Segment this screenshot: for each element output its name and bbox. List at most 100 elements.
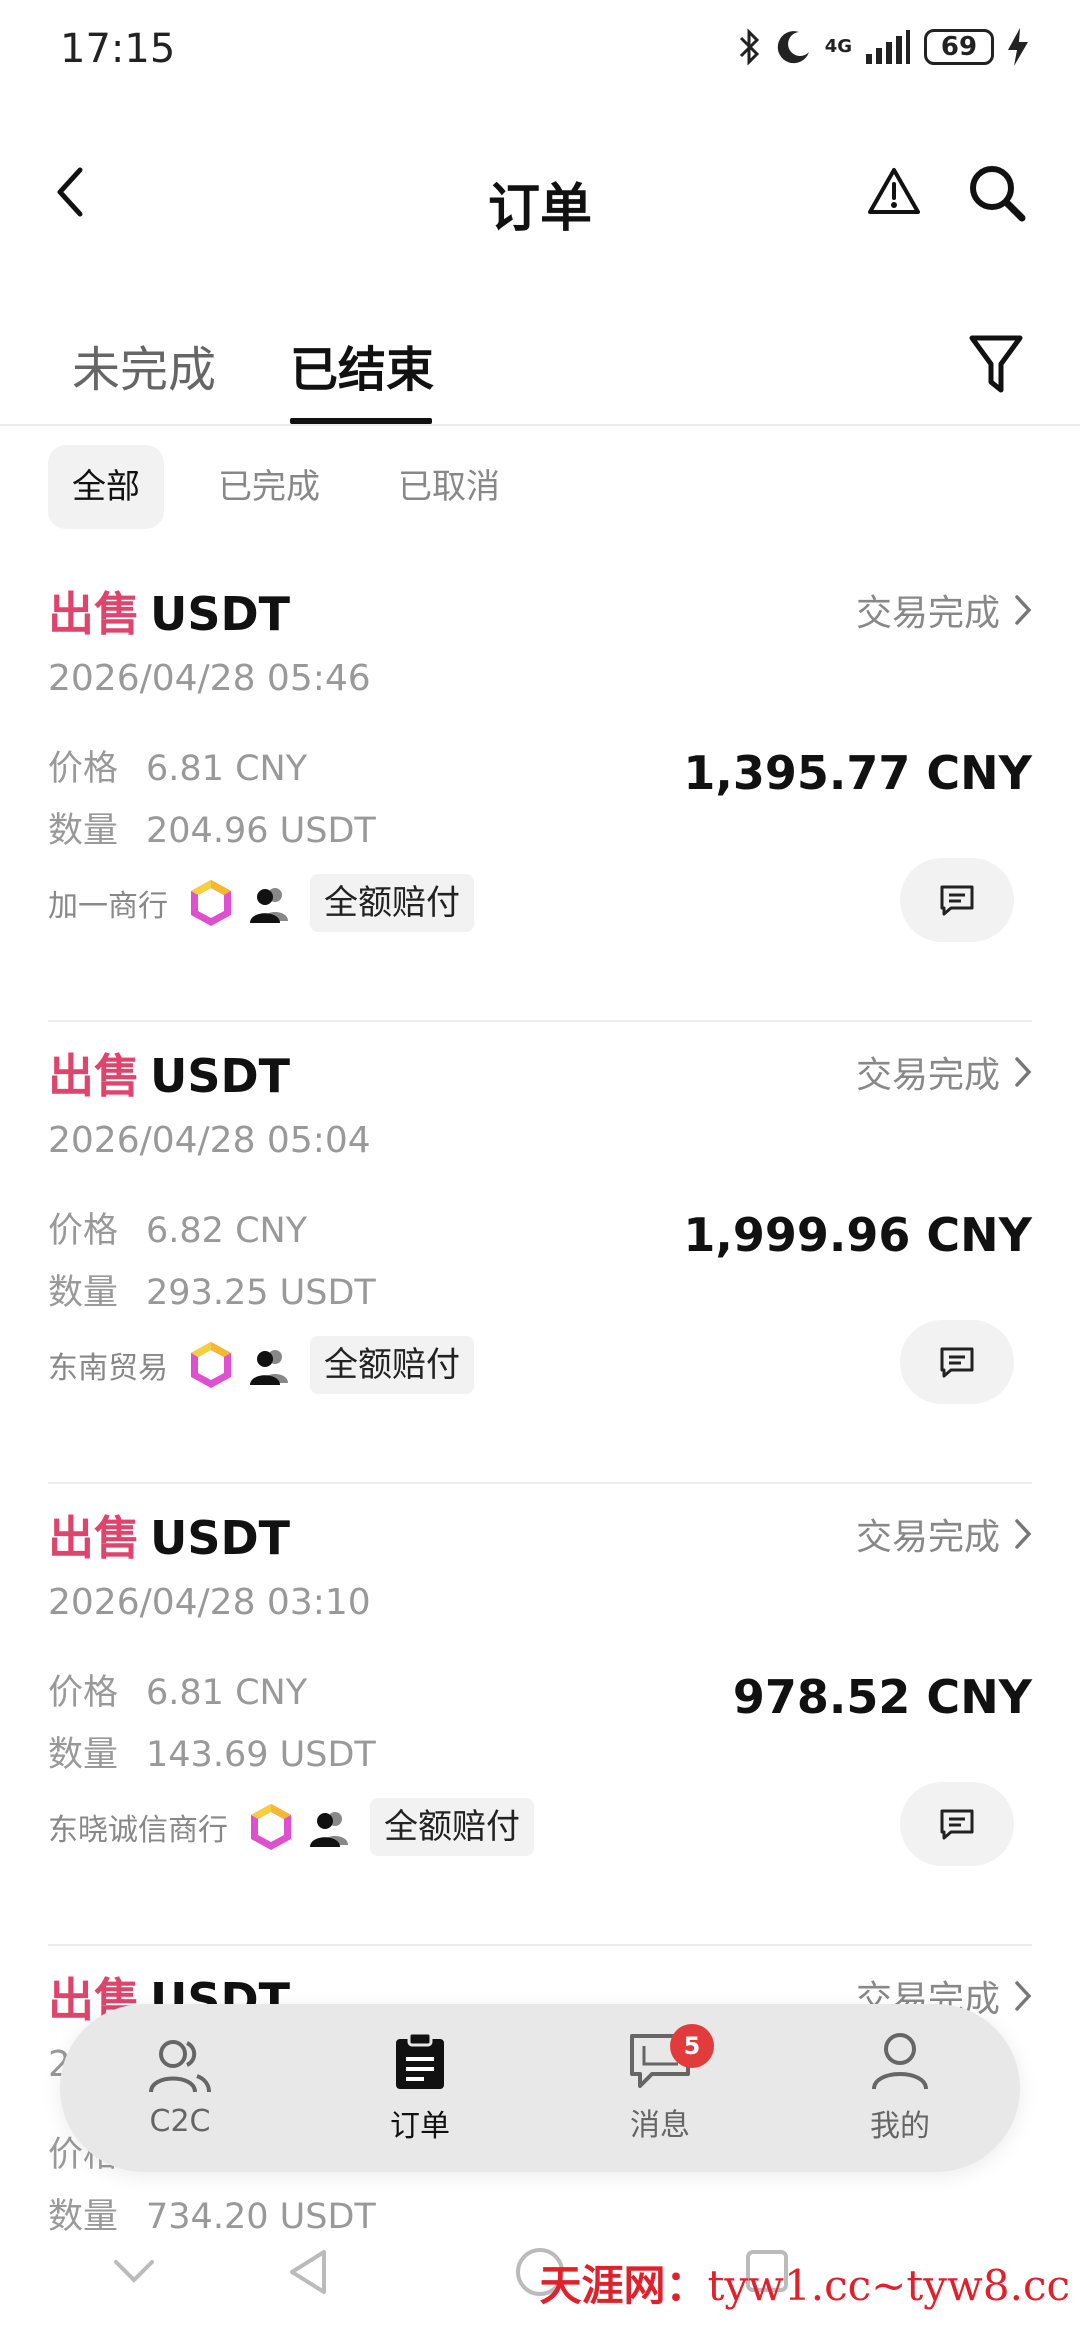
order-side: 出售 bbox=[48, 587, 140, 641]
order-date: 2026/04/28 05:46 bbox=[48, 658, 371, 699]
merchant-row: 东晓诚信商行 全额赔付 bbox=[48, 1798, 534, 1856]
chat-button[interactable] bbox=[900, 1782, 1014, 1866]
full-compensation-badge: 全额赔付 bbox=[310, 874, 474, 932]
verified-merchant-icon bbox=[191, 1342, 231, 1388]
tab-finished[interactable]: 已结束 bbox=[290, 330, 434, 400]
chip-all[interactable]: 全部 bbox=[48, 445, 164, 529]
chip-cancelled[interactable]: 已取消 bbox=[374, 445, 524, 529]
quantity-value: 143.69 USDT bbox=[146, 1735, 376, 1775]
order-tabs: 未完成 已结束 bbox=[0, 320, 1080, 426]
nav-messages[interactable]: 消息 5 bbox=[560, 2018, 760, 2158]
filter-button[interactable] bbox=[968, 332, 1024, 396]
order-amount: 1,999.96 CNY bbox=[683, 1208, 1032, 1262]
warning-icon bbox=[868, 168, 920, 214]
full-compensation-badge: 全额赔付 bbox=[370, 1798, 534, 1856]
nav-label: C2C bbox=[149, 2103, 211, 2139]
order-asset: USDT bbox=[150, 587, 291, 641]
quantity-label: 数量 bbox=[48, 1273, 119, 1313]
order-amount: 1,395.77 CNY bbox=[683, 746, 1032, 800]
order-side: 出售 bbox=[48, 1049, 140, 1103]
status-icons: 4G 69 bbox=[737, 28, 1028, 66]
full-compensation-badge: 全额赔付 bbox=[310, 1336, 474, 1394]
chevron-right-icon bbox=[1015, 1057, 1032, 1087]
watermark: 天涯网：tyw1.cc~tyw8.cc bbox=[539, 2252, 1070, 2313]
price-value: 6.81 CNY bbox=[146, 1673, 308, 1713]
bottom-navigation: C2C 订单 消息 5 我的 bbox=[60, 2004, 1020, 2172]
quantity-row: 数量 143.69 USDT bbox=[48, 1726, 376, 1777]
order-status-link[interactable]: 交易完成 bbox=[856, 1046, 1032, 1098]
order-status: 交易完成 bbox=[855, 1055, 1000, 1096]
merchant-name: 东南贸易 bbox=[48, 1351, 168, 1386]
nav-label: 订单 bbox=[390, 2109, 450, 2144]
chat-button[interactable] bbox=[900, 1320, 1014, 1404]
chip-completed[interactable]: 已完成 bbox=[194, 445, 344, 529]
quantity-value: 734.20 USDT bbox=[146, 2197, 376, 2237]
back-triangle-icon[interactable] bbox=[286, 2248, 330, 2296]
order-date: 2026/04/28 03:10 bbox=[48, 1582, 371, 1623]
order-card[interactable]: 出售 USDT 交易完成 2026/04/28 05:46 价格 6.81 CNY … bbox=[48, 560, 1032, 1022]
order-date: 2026/04/28 05:04 bbox=[48, 1120, 371, 1161]
price-label: 价格 bbox=[48, 749, 119, 789]
chat-button[interactable] bbox=[900, 858, 1014, 942]
nav-c2c[interactable]: C2C bbox=[80, 2018, 280, 2158]
status-filter-chips: 全部 已完成 已取消 bbox=[48, 445, 524, 529]
group-users-icon bbox=[250, 1350, 288, 1385]
status-bar: 17:15 4G 69 bbox=[0, 0, 1080, 100]
chat-icon bbox=[940, 1809, 974, 1840]
quantity-row: 数量 734.20 USDT bbox=[48, 2188, 376, 2239]
nav-orders[interactable]: 订单 bbox=[320, 2018, 520, 2158]
quantity-label: 数量 bbox=[48, 811, 119, 851]
order-title: 出售 USDT bbox=[48, 1040, 290, 1106]
price-row: 价格 6.81 CNY bbox=[48, 740, 307, 791]
message-count-badge: 5 bbox=[670, 2024, 714, 2068]
chevron-right-icon bbox=[1015, 595, 1032, 625]
moon-icon bbox=[777, 31, 809, 64]
price-label: 价格 bbox=[48, 1211, 119, 1251]
order-status: 交易完成 bbox=[855, 1517, 1000, 1558]
group-users-icon bbox=[310, 1812, 348, 1847]
merchant-row: 加一商行 全额赔付 bbox=[48, 874, 474, 932]
warning-button[interactable] bbox=[866, 164, 922, 220]
order-status-link[interactable]: 交易完成 bbox=[856, 1508, 1032, 1560]
watermark-brand: 天涯网： bbox=[539, 2261, 708, 2310]
charging-icon bbox=[1008, 28, 1028, 66]
user-icon bbox=[872, 2033, 928, 2090]
chevron-right-icon bbox=[1015, 1519, 1032, 1549]
status-time: 17:15 bbox=[60, 26, 176, 72]
clipboard-icon bbox=[396, 2031, 444, 2089]
order-title: 出售 USDT bbox=[48, 1502, 290, 1568]
filter-icon bbox=[969, 335, 1023, 393]
merchant-row: 东南贸易 全额赔付 bbox=[48, 1336, 474, 1394]
battery-icon: 69 bbox=[924, 29, 994, 65]
price-value: 6.82 CNY bbox=[146, 1211, 308, 1251]
merchant-name: 加一商行 bbox=[48, 889, 168, 924]
order-title: 出售 USDT bbox=[48, 578, 290, 644]
signal-icon bbox=[866, 30, 910, 64]
order-card[interactable]: 出售 USDT 交易完成 2026/04/28 03:10 价格 6.81 CNY … bbox=[48, 1484, 1032, 1946]
order-card[interactable]: 出售 USDT 交易完成 2026/04/28 05:04 价格 6.82 CNY … bbox=[48, 1022, 1032, 1484]
bluetooth-icon bbox=[739, 28, 759, 66]
nav-profile[interactable]: 我的 bbox=[800, 2018, 1000, 2158]
order-amount: 978.52 CNY bbox=[732, 1670, 1032, 1724]
price-value: 6.81 CNY bbox=[146, 749, 308, 789]
verified-merchant-icon bbox=[251, 1804, 291, 1850]
order-status: 交易完成 bbox=[855, 593, 1000, 634]
tab-active-indicator bbox=[290, 418, 432, 424]
order-asset: USDT bbox=[150, 1049, 291, 1103]
chat-icon bbox=[940, 885, 974, 916]
price-row: 价格 6.81 CNY bbox=[48, 1664, 307, 1715]
users-icon bbox=[149, 2039, 211, 2092]
chat-icon bbox=[940, 1347, 974, 1378]
search-icon bbox=[970, 166, 1026, 222]
chevron-down-icon[interactable] bbox=[112, 2256, 156, 2286]
order-status-link[interactable]: 交易完成 bbox=[856, 584, 1032, 636]
watermark-text: tyw1.cc~tyw8.cc bbox=[707, 2261, 1070, 2310]
quantity-row: 数量 293.25 USDT bbox=[48, 1264, 376, 1315]
tab-incomplete[interactable]: 未完成 bbox=[72, 330, 216, 400]
network-type: 4G bbox=[824, 36, 852, 57]
quantity-row: 数量 204.96 USDT bbox=[48, 802, 376, 853]
quantity-value: 293.25 USDT bbox=[146, 1273, 376, 1313]
search-button[interactable] bbox=[966, 162, 1028, 224]
quantity-label: 数量 bbox=[48, 2197, 119, 2237]
header: 订单 bbox=[0, 140, 1080, 260]
